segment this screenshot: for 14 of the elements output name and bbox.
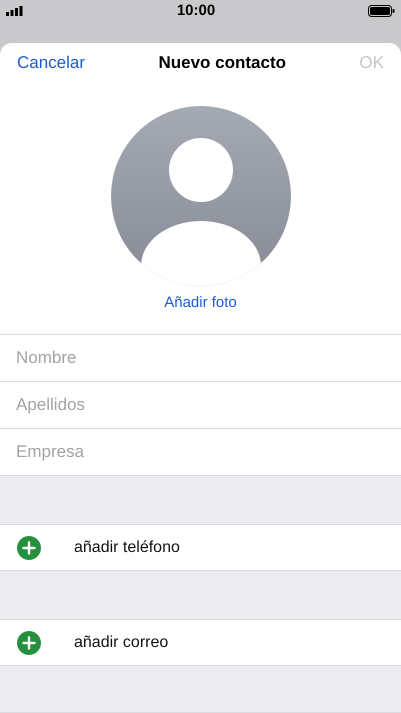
- add-icon: [17, 630, 41, 654]
- text-field[interactable]: Empresa: [16, 439, 386, 465]
- sheet-title: Nuevo contacto: [158, 52, 286, 74]
- status-time: 10:00: [176, 0, 216, 21]
- avatar-placeholder-icon: [110, 106, 290, 286]
- add-icon: [17, 536, 41, 560]
- add-photo-link[interactable]: Añadir foto: [164, 292, 237, 314]
- battery-icon: [368, 5, 395, 17]
- add-field-button[interactable]: añadir correo: [0, 619, 401, 666]
- cancel-button[interactable]: Cancelar: [17, 50, 86, 75]
- text-field[interactable]: Nombre: [16, 345, 386, 371]
- signal-icon: [6, 6, 24, 16]
- add-field-button[interactable]: añadir teléfono: [0, 524, 401, 571]
- text-field[interactable]: Apellidos: [16, 392, 386, 418]
